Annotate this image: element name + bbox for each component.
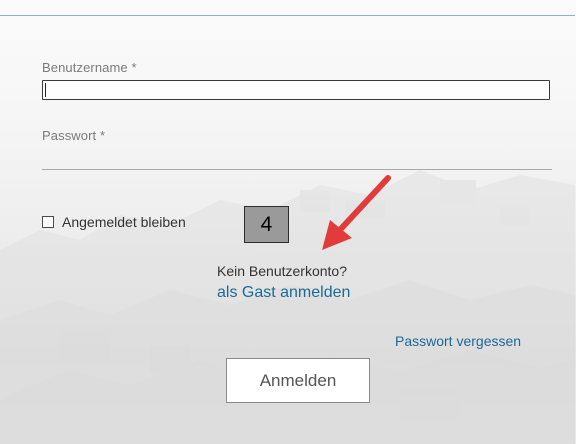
- guest-login-link[interactable]: als Gast anmelden: [217, 284, 350, 302]
- login-button[interactable]: Anmelden: [226, 358, 370, 403]
- right-edge-panel: [576, 0, 585, 444]
- no-account-text: Kein Benutzerkonto?: [217, 263, 347, 279]
- password-label: Passwort *: [42, 128, 106, 143]
- password-field[interactable]: [42, 150, 552, 170]
- checkbox-box[interactable]: [42, 216, 54, 228]
- text-caret: [45, 83, 46, 97]
- top-divider: [0, 15, 575, 16]
- remember-me-label: Angemeldet bleiben: [62, 214, 186, 230]
- step-number-badge: 4: [244, 206, 289, 243]
- remember-me-checkbox[interactable]: Angemeldet bleiben: [42, 214, 186, 230]
- red-arrow-icon: [322, 175, 391, 250]
- forgot-password-link[interactable]: Passwort vergessen: [395, 333, 521, 349]
- login-page: Benutzername * Passwort * Angemeldet ble…: [0, 0, 585, 444]
- username-label: Benutzername *: [42, 60, 137, 75]
- username-field[interactable]: [42, 80, 550, 100]
